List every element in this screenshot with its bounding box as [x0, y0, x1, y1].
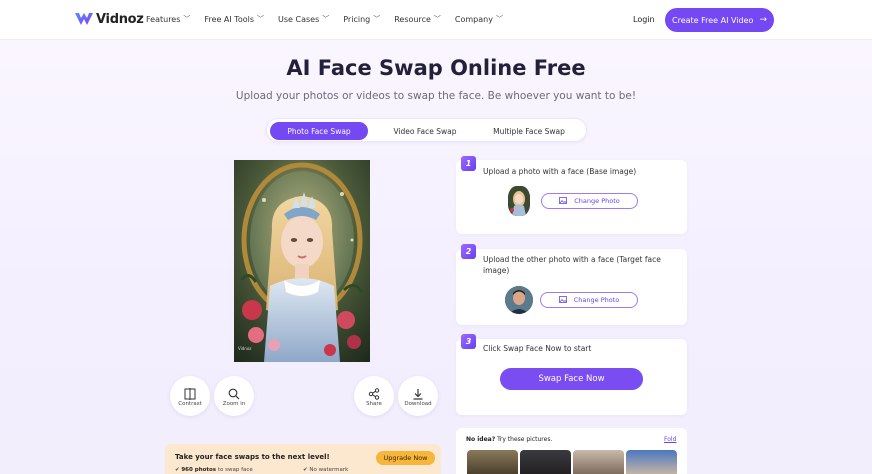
chevron-down-icon: ﹀	[322, 15, 330, 23]
change-base-photo-button[interactable]: Change Photo	[541, 193, 638, 209]
step-number-badge: 1	[461, 156, 476, 171]
change-photo-label: Change Photo	[573, 296, 620, 304]
watermark: Vidnoz	[238, 346, 252, 351]
nav-label: Free AI Tools	[204, 14, 255, 24]
upgrade-feature-photos: ✔ 960 photos to swap face	[175, 467, 253, 473]
feature-text: to swap face	[216, 467, 253, 473]
nav-label: Resource	[394, 14, 431, 24]
arrow-right-icon: →	[759, 15, 767, 25]
chevron-down-icon: ﹀	[433, 15, 441, 23]
main-nav: Features ﹀ Free AI Tools ﹀ Use Cases ﹀ Pric…	[146, 14, 517, 24]
contrast-button[interactable]: Contrast	[170, 376, 210, 416]
top-navbar: Vidnoz Features ﹀ Free AI Tools ﹀ Use Case…	[0, 0, 872, 40]
result-preview-image	[234, 160, 370, 362]
sample-picture[interactable]	[626, 450, 677, 474]
brand-name: Vidnoz	[96, 11, 144, 27]
sample-picture[interactable]	[520, 450, 571, 474]
download-button[interactable]: Download	[398, 376, 438, 416]
nav-label: Features	[146, 14, 181, 24]
cta-label: Create Free AI Video	[672, 15, 754, 25]
nav-label: Company	[454, 14, 493, 24]
tab-multiple-face-swap[interactable]: Multiple Face Swap	[479, 122, 579, 140]
step-1-instruction: Upload a photo with a face (Base image)	[483, 167, 637, 176]
nav-use-cases[interactable]: Use Cases ﹀	[278, 14, 329, 24]
create-free-ai-video-button[interactable]: Create Free AI Video →	[665, 8, 774, 32]
change-photo-label: Change Photo	[574, 197, 620, 205]
page-title: AI Face Swap Online Free	[286, 56, 586, 80]
feature-text: No watermark	[309, 467, 349, 473]
step-3-instruction: Click Swap Face Now to start	[483, 344, 592, 353]
step-number-badge: 2	[461, 244, 476, 259]
fold-link[interactable]: Fold	[664, 436, 676, 443]
feature-bold: 960 photos	[181, 467, 217, 473]
swap-face-now-button[interactable]: Swap Face Now	[500, 368, 643, 390]
change-target-photo-button[interactable]: Change Photo	[540, 292, 638, 308]
nav-features[interactable]: Features ﹀	[146, 14, 190, 24]
upgrade-title: Take your face swaps to the next level!	[175, 453, 330, 461]
chevron-down-icon: ﹀	[373, 15, 381, 23]
target-image-thumbnail	[505, 286, 533, 314]
image-icon	[558, 295, 567, 305]
sample-pictures-title: No idea? Try these pictures.	[466, 436, 552, 443]
download-label: Download	[404, 401, 432, 407]
nav-pricing[interactable]: Pricing ﹀	[343, 14, 380, 24]
nav-resource[interactable]: Resource ﹀	[394, 14, 441, 24]
mode-tabs: Photo Face Swap Video Face Swap Multiple…	[266, 118, 587, 142]
sample-picture[interactable]	[467, 450, 518, 474]
step-number-badge: 3	[461, 334, 476, 349]
chevron-down-icon: ﹀	[183, 15, 191, 23]
nav-label: Pricing	[343, 14, 371, 24]
nav-company[interactable]: Company ﹀	[455, 14, 503, 24]
image-icon	[559, 196, 568, 206]
base-image-thumbnail	[508, 186, 530, 216]
chevron-down-icon: ﹀	[495, 15, 503, 23]
upgrade-now-button[interactable]: Upgrade Now	[376, 451, 435, 465]
share-button[interactable]: Share	[354, 376, 394, 416]
nav-label: Use Cases	[278, 14, 320, 24]
page-subtitle: Upload your photos or videos to swap the…	[235, 90, 637, 102]
vidnoz-logo-icon	[75, 13, 93, 25]
nav-free-ai-tools[interactable]: Free AI Tools ﹀	[204, 14, 264, 24]
zoom-in-button[interactable]: Zoom in	[214, 376, 254, 416]
try-label: Try these pictures.	[495, 436, 553, 443]
step-2-instruction: Upload the other photo with a face (Targ…	[483, 255, 661, 275]
upgrade-feature-watermark: ✔ No watermark	[303, 467, 348, 473]
sample-picture[interactable]	[573, 450, 624, 474]
login-link[interactable]: Login	[633, 15, 655, 24]
no-idea-label: No idea?	[466, 436, 496, 443]
tab-photo-face-swap[interactable]: Photo Face Swap	[270, 122, 368, 140]
chevron-down-icon: ﹀	[257, 15, 265, 23]
tab-video-face-swap[interactable]: Video Face Swap	[379, 122, 471, 140]
zoom-label: Zoom in	[222, 401, 246, 407]
brand-logo[interactable]: Vidnoz	[74, 11, 144, 27]
